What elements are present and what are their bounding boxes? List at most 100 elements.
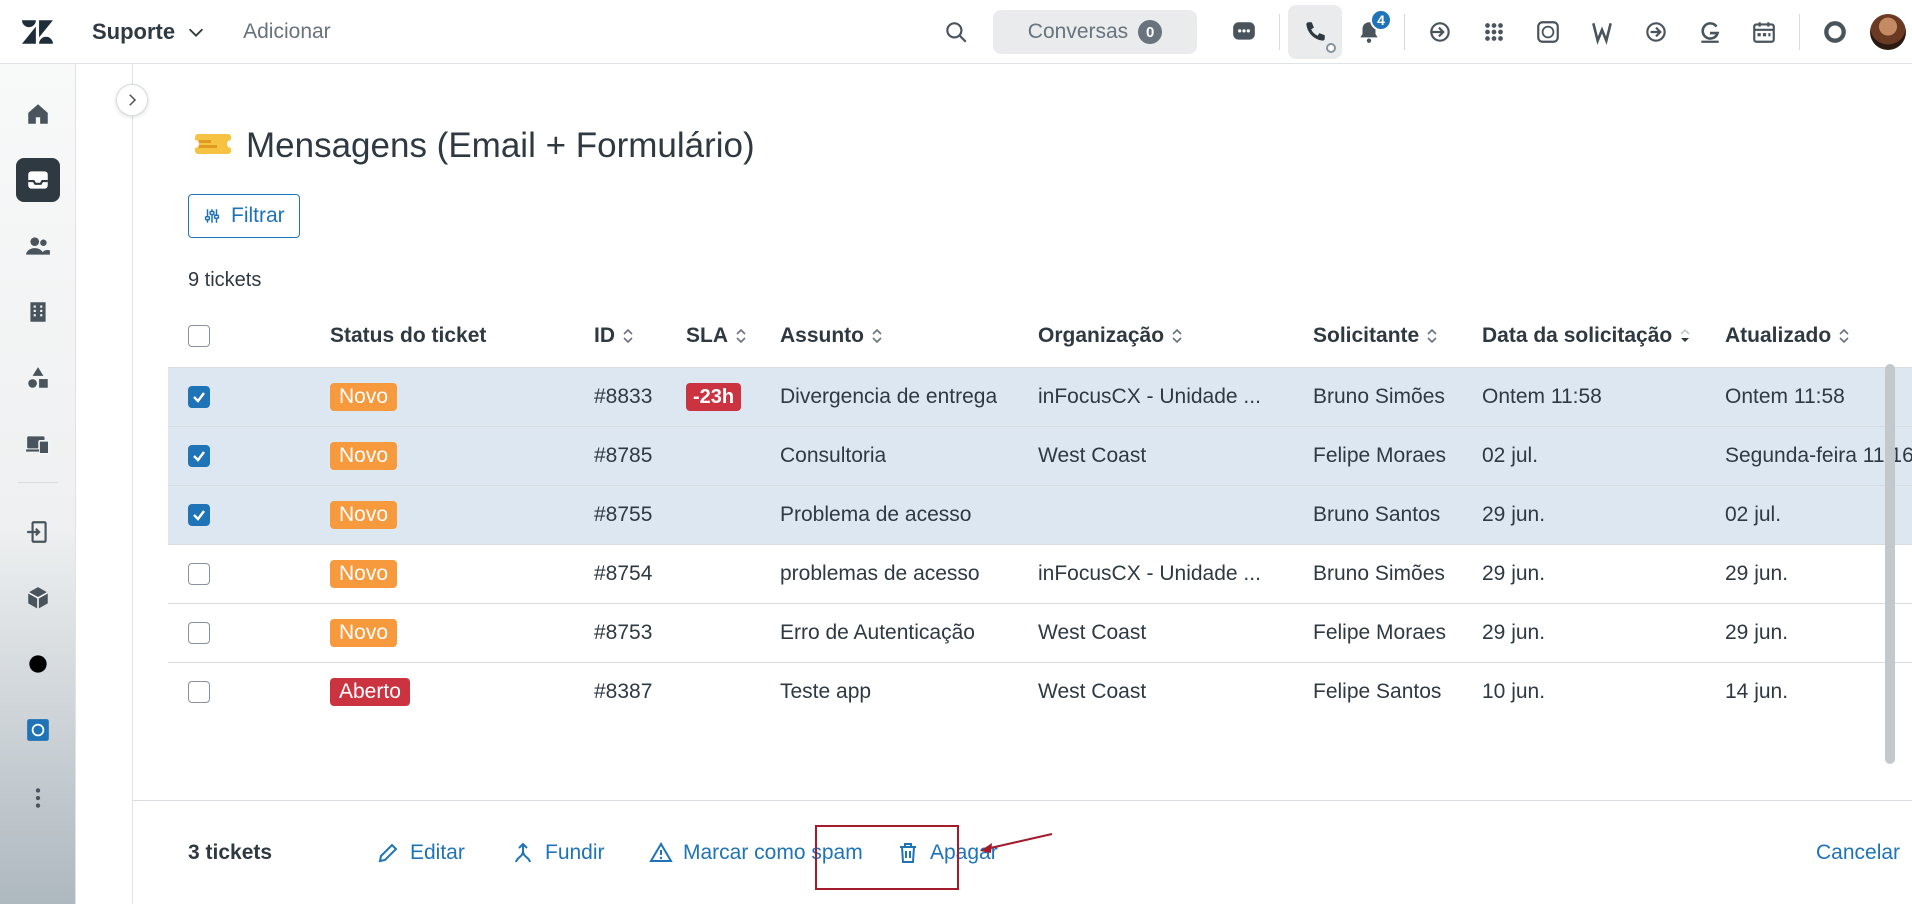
forward-app-button[interactable] xyxy=(1629,5,1683,59)
status-badge: Novo xyxy=(330,501,398,529)
nav-app-whatsapp[interactable] xyxy=(16,708,60,752)
table-header: Status do ticket ID SLA Assunto Organiza… xyxy=(168,304,1912,368)
row-checkbox[interactable] xyxy=(188,563,210,585)
cell-organization: West Coast xyxy=(1038,680,1147,703)
cell-requested: 10 jun. xyxy=(1482,680,1546,703)
nav-app-box[interactable] xyxy=(16,576,60,620)
nav-home[interactable] xyxy=(16,92,60,136)
product-switcher[interactable]: Suporte xyxy=(76,19,207,45)
cancel-button[interactable]: Cancelar xyxy=(1816,801,1900,904)
header-sla[interactable]: SLA xyxy=(686,304,748,368)
lifebuoy-icon xyxy=(1824,21,1846,43)
sliders-icon xyxy=(204,209,220,223)
app-transfer-button[interactable] xyxy=(1413,5,1467,59)
cell-requester: Bruno Santos xyxy=(1313,503,1441,526)
add-button[interactable]: Adicionar xyxy=(243,20,331,44)
top-bar: Suporte Adicionar Conversas 0 4 xyxy=(0,0,1912,64)
cell-subject[interactable]: Problema de acesso xyxy=(780,486,971,544)
cell-organization: inFocusCX - Unidade ... xyxy=(1038,562,1261,585)
w-app-button[interactable] xyxy=(1575,5,1629,59)
row-checkbox[interactable] xyxy=(188,504,210,526)
header-status[interactable]: Status do ticket xyxy=(330,304,486,368)
merge-button[interactable]: Fundir xyxy=(511,801,605,904)
select-all-checkbox[interactable] xyxy=(188,325,210,347)
nav-app-transfer[interactable] xyxy=(16,510,60,554)
help-button[interactable] xyxy=(1808,5,1862,59)
sort-icon xyxy=(872,328,882,344)
table-row[interactable]: Novo #8753 Erro de Autenticação West Coast F… xyxy=(168,604,1912,663)
header-subject[interactable]: Assunto xyxy=(780,304,884,368)
row-checkbox[interactable] xyxy=(188,445,210,467)
cell-requested: Ontem 11:58 xyxy=(1482,385,1602,408)
toolbar-divider xyxy=(1404,14,1405,50)
sort-icon xyxy=(623,328,633,344)
inbox-icon xyxy=(28,171,48,189)
header-organization[interactable]: Organização xyxy=(1038,304,1184,368)
table-row[interactable]: Novo #8785 Consultoria West Coast Felipe Mor… xyxy=(168,427,1912,486)
filter-button[interactable]: Filtrar xyxy=(188,194,300,238)
zendesk-logo[interactable] xyxy=(0,0,76,64)
table-row[interactable]: Novo #8833 -23h Divergencia de entrega inFoc… xyxy=(168,368,1912,427)
header-requester[interactable]: Solicitante xyxy=(1313,304,1439,368)
product-label: Suporte xyxy=(92,18,176,44)
nav-organizations[interactable] xyxy=(16,290,60,334)
expand-views-button[interactable] xyxy=(116,84,148,116)
left-nav xyxy=(0,64,76,904)
sign-in-icon xyxy=(27,521,47,543)
row-select-cell xyxy=(188,545,210,603)
cell-id: #8754 xyxy=(594,562,653,585)
nav-customers[interactable] xyxy=(16,224,60,268)
nav-workspace[interactable] xyxy=(16,422,60,466)
table-row[interactable]: Aberto #8387 Teste app West Coast Felipe San… xyxy=(168,663,1912,716)
edit-button[interactable]: Editar xyxy=(376,801,465,904)
cell-subject[interactable]: Erro de Autenticação xyxy=(780,604,975,662)
panel-divider xyxy=(132,64,133,904)
header-requested-label: Data da solicitação xyxy=(1482,324,1673,347)
view-header: Mensagens (Email + Formulário) xyxy=(191,126,755,166)
header-requested[interactable]: Data da solicitação xyxy=(1482,304,1692,368)
cell-updated: 29 jun. xyxy=(1725,621,1789,644)
cell-subject[interactable]: Teste app xyxy=(780,663,871,716)
cell-subject[interactable]: problemas de acesso xyxy=(780,545,980,603)
whatsapp-icon xyxy=(1537,21,1559,43)
cell-subject[interactable]: Divergencia de entrega xyxy=(780,368,997,426)
search-button[interactable] xyxy=(929,5,983,59)
header-id[interactable]: ID xyxy=(594,304,635,368)
pencil-icon xyxy=(378,843,398,863)
row-checkbox[interactable] xyxy=(188,681,210,703)
cell-requested: 29 jun. xyxy=(1482,562,1546,585)
talk-button[interactable] xyxy=(1288,5,1342,59)
notifications-button[interactable]: 4 xyxy=(1342,5,1396,59)
whatsapp-app-button[interactable] xyxy=(1521,5,1575,59)
nav-shapes[interactable] xyxy=(16,356,60,400)
table-row[interactable]: Novo #8754 problemas de acesso inFocusCX - … xyxy=(168,545,1912,604)
cell-subject[interactable]: Consultoria xyxy=(780,427,886,485)
nav-app-dot[interactable] xyxy=(16,642,60,686)
mark-spam-button[interactable]: Marcar como spam xyxy=(649,801,863,904)
circle-icon xyxy=(29,655,47,673)
calendar-icon xyxy=(1753,22,1775,43)
cell-status: Aberto xyxy=(330,663,410,716)
chat-button[interactable] xyxy=(1217,5,1271,59)
conversations-button[interactable]: Conversas 0 xyxy=(993,10,1197,54)
g-app-button[interactable] xyxy=(1683,5,1737,59)
app-grid-button[interactable] xyxy=(1467,5,1521,59)
table-scrollbar[interactable] xyxy=(1885,364,1895,764)
checkmark-icon xyxy=(193,510,205,521)
sort-icon xyxy=(1839,328,1849,344)
row-checkbox[interactable] xyxy=(188,622,210,644)
status-dot xyxy=(1326,43,1336,53)
user-avatar[interactable] xyxy=(1870,14,1906,50)
row-checkbox[interactable] xyxy=(188,386,210,408)
calendar-app-button[interactable] xyxy=(1737,5,1791,59)
table-row[interactable]: Novo #8755 Problema de acesso Bruno Santos 2… xyxy=(168,486,1912,545)
toolbar-divider xyxy=(1799,14,1800,50)
row-select-cell xyxy=(188,486,210,544)
w-logo-icon xyxy=(1592,23,1612,45)
nav-more[interactable] xyxy=(16,776,60,820)
header-sla-label: SLA xyxy=(686,324,728,347)
notifications-badge: 4 xyxy=(1370,9,1392,31)
header-updated[interactable]: Atualizado xyxy=(1725,304,1851,368)
cell-organization: inFocusCX - Unidade ... xyxy=(1038,385,1261,408)
nav-views[interactable] xyxy=(16,158,60,202)
